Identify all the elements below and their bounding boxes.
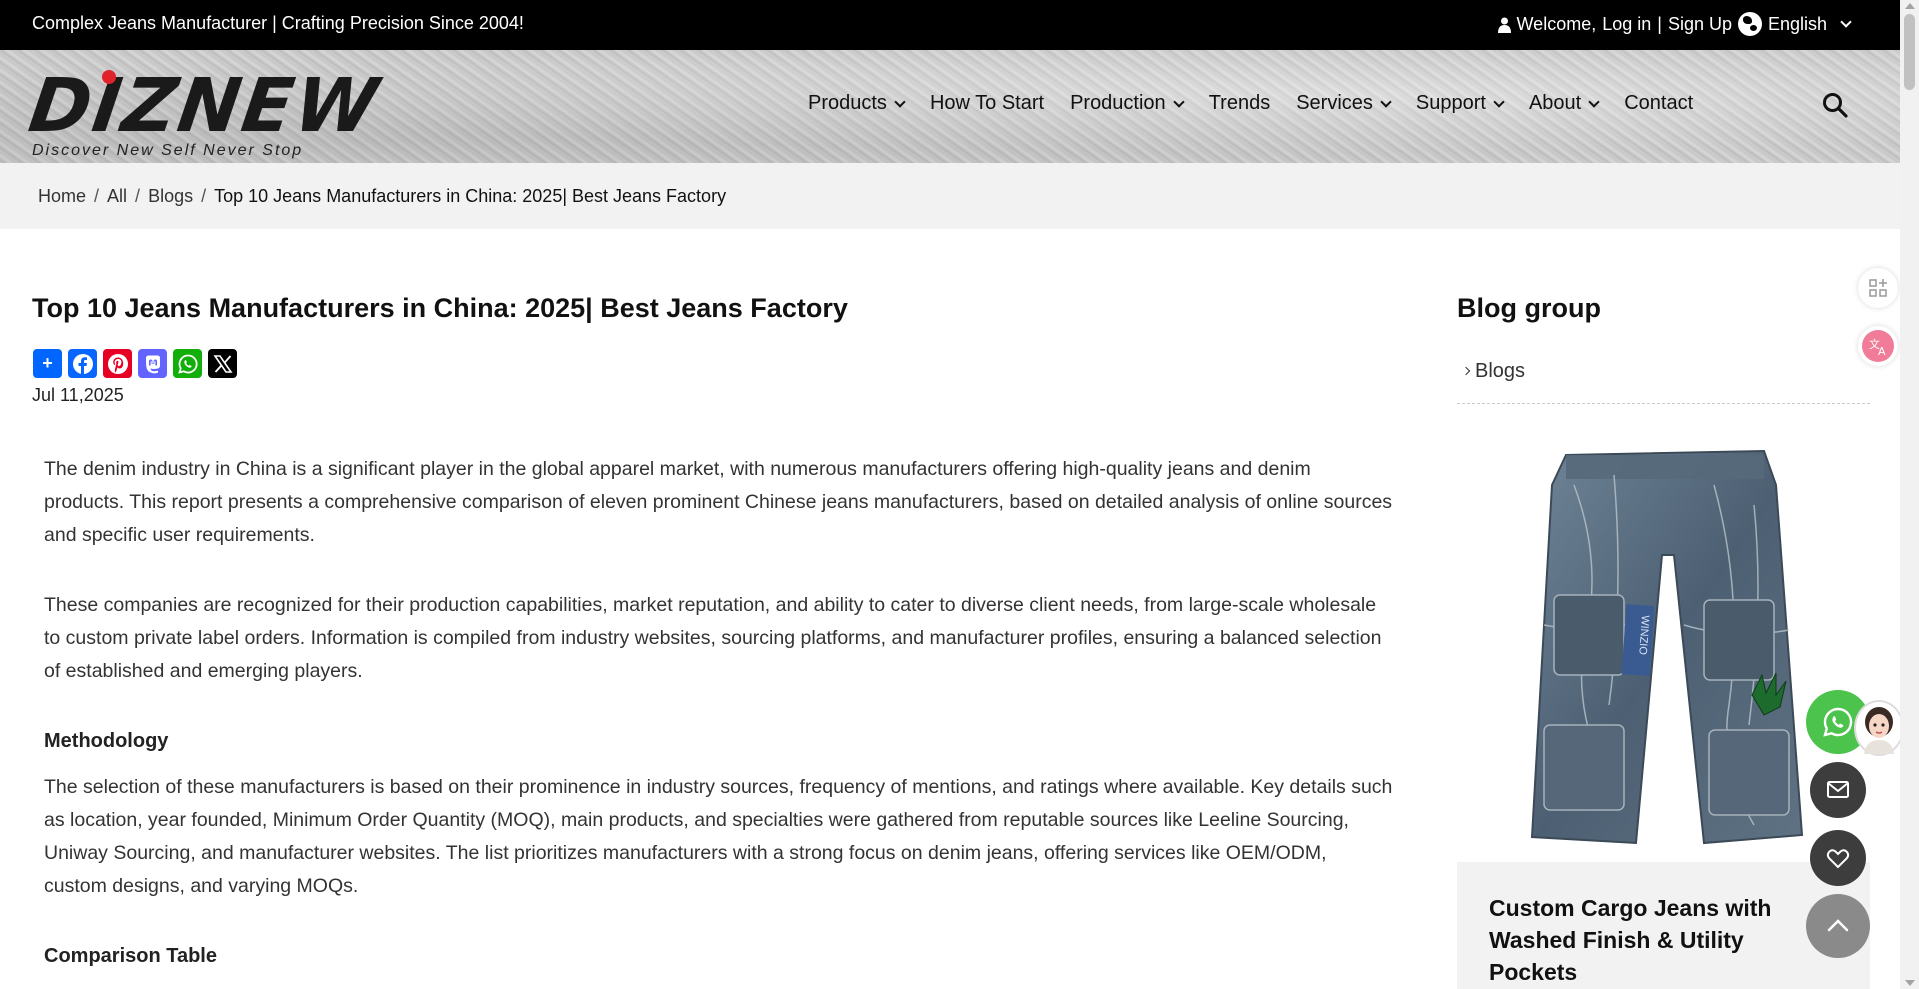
nav-label: How To Start	[929, 92, 1045, 114]
breadcrumb-current: Top 10 Jeans Manufacturers in China: 202…	[214, 186, 727, 206]
nav-label: Production	[1070, 92, 1166, 114]
language-label: English	[1767, 13, 1827, 34]
sidebar-item-label: Blogs	[1475, 360, 1526, 382]
nav-trends[interactable]: Trends	[1209, 92, 1271, 115]
nav-production[interactable]: Production	[1070, 92, 1185, 115]
article-paragraph: The denim industry in China is a signifi…	[44, 458, 1393, 546]
nav-how-to-start[interactable]: How To Start	[930, 92, 1044, 115]
main-nav: Products How To Start Production Trends …	[808, 92, 1719, 115]
article-paragraph: The selection of these manufacturers is …	[44, 776, 1393, 897]
site-logo[interactable]: DIZNEW Discover New Self Never Stop	[24, 63, 385, 159]
nav-label: Products	[808, 92, 887, 114]
heart-icon	[1826, 849, 1850, 869]
agent-avatar-icon	[1864, 707, 1894, 754]
logo-dot	[102, 70, 116, 84]
nav-label: Support	[1415, 92, 1486, 114]
welcome-text: Welcome,	[1516, 14, 1597, 34]
top-bar: Complex Jeans Manufacturer | Crafting Pr…	[0, 0, 1900, 50]
breadcrumb: Home / All / Blogs / Top 10 Jeans Manufa…	[38, 186, 726, 207]
heading-methodology: Methodology	[44, 730, 169, 752]
search-icon[interactable]	[1822, 92, 1848, 118]
product-image[interactable]: WINZIO	[1457, 445, 1870, 860]
chevron-up-icon	[1827, 919, 1849, 932]
nav-contact[interactable]: Contact	[1624, 92, 1693, 115]
mail-icon	[1827, 781, 1849, 798]
breadcrumb-all[interactable]: All	[107, 186, 127, 207]
breadcrumb-separator: /	[201, 186, 207, 206]
favorites-button[interactable]	[1810, 830, 1866, 886]
page-scrollbar[interactable]	[1900, 0, 1919, 989]
globe-icon	[1737, 12, 1762, 36]
cargo-jeans-image: WINZIO	[1530, 449, 1803, 845]
nav-about[interactable]: About	[1528, 92, 1600, 115]
chevron-down-icon	[1588, 95, 1600, 108]
tagline: Complex Jeans Manufacturer | Crafting Pr…	[32, 13, 524, 33]
chevron-down-icon	[1380, 95, 1392, 108]
user-icon	[1497, 17, 1511, 33]
nav-products[interactable]: Products	[808, 92, 906, 115]
nav-label: Trends	[1208, 92, 1271, 114]
account-divider: |	[1657, 14, 1662, 34]
chevron-right-icon	[1461, 366, 1471, 376]
svg-text:A: A	[1878, 345, 1886, 358]
nav-label: About	[1528, 92, 1582, 114]
share-plus-icon[interactable]: +	[33, 349, 62, 378]
logo-slogan: Discover New Self Never Stop	[32, 142, 304, 159]
sidebar-title: Blog group	[1457, 293, 1601, 323]
mastodon-icon[interactable]	[138, 349, 167, 378]
product-title: Custom Cargo Jeans with Washed Finish & …	[1489, 895, 1772, 985]
site-header: DIZNEW Discover New Self Never Stop Prod…	[0, 50, 1900, 163]
breadcrumb-home[interactable]: Home	[38, 186, 86, 207]
scroll-down-arrow-icon[interactable]	[1905, 980, 1915, 986]
heading-comparison-table: Comparison Table	[44, 945, 217, 967]
support-avatar[interactable]	[1854, 700, 1904, 756]
nav-services[interactable]: Services	[1296, 92, 1392, 115]
back-to-top-button[interactable]	[1806, 894, 1870, 958]
scrollbar-thumb[interactable]	[1904, 14, 1915, 90]
article-date: Jul 11,2025	[32, 385, 124, 405]
sidebar-item-blogs[interactable]: Blogs	[1457, 360, 1870, 404]
breadcrumb-bar: Home / All / Blogs / Top 10 Jeans Manufa…	[0, 163, 1900, 229]
chevron-down-icon	[894, 95, 906, 108]
email-button[interactable]	[1810, 762, 1866, 818]
login-link[interactable]: Log in	[1602, 14, 1651, 35]
article-title: Top 10 Jeans Manufacturers in China: 202…	[32, 293, 848, 323]
x-icon[interactable]	[208, 349, 237, 378]
chevron-down-icon	[1840, 16, 1852, 28]
signup-link[interactable]: Sign Up	[1668, 14, 1732, 35]
share-buttons: +	[33, 349, 237, 378]
nav-label: Services	[1296, 92, 1373, 114]
breadcrumb-separator: /	[94, 186, 100, 206]
breadcrumb-blogs[interactable]: Blogs	[148, 186, 193, 207]
article-paragraph: These companies are recognized for their…	[44, 594, 1382, 682]
chevron-down-icon	[1493, 95, 1505, 108]
apps-widget-button[interactable]	[1858, 268, 1898, 308]
logo-wordmark: DIZNEW	[23, 63, 385, 149]
nav-label: Contact	[1624, 92, 1694, 114]
apps-grid-icon	[1869, 279, 1887, 297]
language-selector[interactable]: English	[1737, 12, 1852, 36]
account-links: Welcome, Log in | Sign Up	[1497, 14, 1732, 35]
whatsapp-icon[interactable]	[173, 349, 202, 378]
breadcrumb-separator: /	[135, 186, 141, 206]
chevron-down-icon	[1173, 95, 1185, 108]
nav-support[interactable]: Support	[1415, 92, 1505, 115]
translate-icon: 文A	[1862, 330, 1894, 362]
facebook-icon[interactable]	[68, 349, 97, 378]
scroll-up-arrow-icon[interactable]	[1905, 3, 1915, 9]
translate-widget-button[interactable]: 文A	[1858, 326, 1898, 366]
pinterest-icon[interactable]	[103, 349, 132, 378]
